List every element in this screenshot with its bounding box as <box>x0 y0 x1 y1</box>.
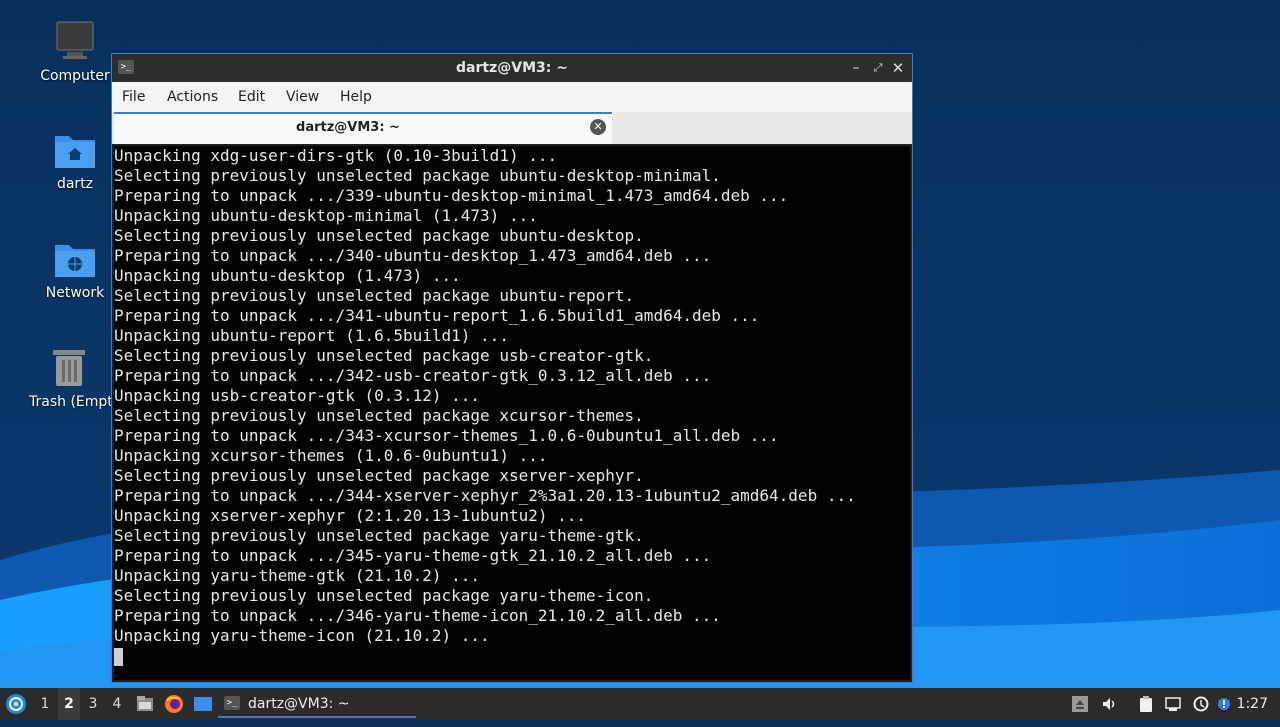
update-icon[interactable] <box>1193 696 1209 712</box>
terminal-line: Unpacking ubuntu-desktop (1.473) ... <box>114 266 461 285</box>
desktop-icon-computer[interactable]: Computer <box>27 20 123 84</box>
maximize-button[interactable]: ⤢ <box>868 58 888 78</box>
terminal-cursor <box>114 647 123 666</box>
network-folder-icon <box>53 237 97 281</box>
tab-label: dartz@VM3: ~ <box>296 120 400 135</box>
tab-bar: dartz@VM3: ~ ✕ <box>112 112 912 144</box>
terminal-line: Selecting previously unselected package … <box>114 346 654 365</box>
terminal-line: Selecting previously unselected package … <box>114 466 644 485</box>
terminal-line: Preparing to unpack .../342-usb-creator-… <box>114 366 712 385</box>
desktop-icon-network[interactable]: Network <box>27 237 123 301</box>
terminal-line: Preparing to unpack .../339-ubuntu-deskt… <box>114 186 789 205</box>
terminal-line: Selecting previously unselected package … <box>114 526 644 545</box>
terminal-line: Unpacking xcursor-themes (1.0.6-0ubuntu1… <box>114 446 548 465</box>
lubuntu-logo-icon <box>6 694 26 714</box>
clock[interactable]: 1:27 <box>1237 688 1268 720</box>
firefox-icon <box>165 695 183 713</box>
desktop-icon-label: Trash (Empty) <box>29 394 111 410</box>
terminal-line: Selecting previously unselected package … <box>114 586 654 605</box>
desktop-icon-trash[interactable]: Trash (Empty) <box>27 346 111 410</box>
terminal-line: Preparing to unpack .../346-yaru-theme-i… <box>114 606 721 625</box>
desktop-icon-label: Computer <box>40 68 110 84</box>
terminal-text: Unpacking xdg-user-dirs-gtk (0.10-3build… <box>114 146 910 646</box>
volume-icon[interactable] <box>1101 696 1117 712</box>
window-titlebar[interactable]: >_ dartz@VM3: ~ – ⤢ ✕ <box>112 54 912 82</box>
terminal-line: Unpacking xserver-xephyr (2:1.20.13-1ubu… <box>114 506 587 525</box>
terminal-line: Unpacking usb-creator-gtk (0.3.12) ... <box>114 386 481 405</box>
terminal-line: Preparing to unpack .../343-xcursor-them… <box>114 426 779 445</box>
firefox-launcher[interactable] <box>163 688 185 720</box>
terminal-line: Preparing to unpack .../340-ubuntu-deskt… <box>114 246 712 265</box>
menu-help[interactable]: Help <box>340 82 372 112</box>
eject-icon[interactable] <box>1072 696 1088 712</box>
terminal-line: Preparing to unpack .../344-xserver-xeph… <box>114 486 856 505</box>
menu-edit[interactable]: Edit <box>238 82 265 112</box>
desktop-launcher[interactable] <box>192 688 214 720</box>
workspace-2[interactable]: 2 <box>58 688 80 720</box>
terminal-line: Preparing to unpack .../345-yaru-theme-g… <box>114 546 712 565</box>
terminal-line: Unpacking ubuntu-desktop-minimal (1.473)… <box>114 206 538 225</box>
terminal-line: Unpacking yaru-theme-gtk (21.10.2) ... <box>114 566 481 585</box>
terminal-line: Selecting previously unselected package … <box>114 226 644 245</box>
workspace-4[interactable]: 4 <box>106 688 128 720</box>
tab-close-icon[interactable]: ✕ <box>590 119 606 135</box>
terminal-line: Selecting previously unselected package … <box>114 286 635 305</box>
clipboard-icon[interactable] <box>1138 696 1154 712</box>
terminal-line: Unpacking ubuntu-report (1.6.5build1) ..… <box>114 326 509 345</box>
terminal-line: Preparing to unpack .../341-ubuntu-repor… <box>114 306 760 325</box>
taskbar-task-terminal[interactable]: >_ dartz@VM3: ~ <box>218 690 416 718</box>
window-title: dartz@VM3: ~ <box>456 60 568 76</box>
menu-view[interactable]: View <box>286 82 319 112</box>
desktop-icon-label: dartz <box>56 176 94 192</box>
menu-actions[interactable]: Actions <box>167 82 218 112</box>
tab-terminal[interactable]: dartz@VM3: ~ ✕ <box>114 112 612 144</box>
terminal-line: Selecting previously unselected package … <box>114 166 721 185</box>
home-folder-icon <box>53 128 97 172</box>
terminal-icon: >_ <box>224 696 240 710</box>
terminal-window[interactable]: >_ dartz@VM3: ~ – ⤢ ✕ File Actions Edit … <box>111 53 913 683</box>
file-manager-icon <box>137 696 153 711</box>
terminal-line: Unpacking yaru-theme-icon (21.10.2) ... <box>114 626 490 645</box>
taskbar: 1 2 3 4 >_ dartz@VM3: ~ 1:27 <box>0 688 1280 720</box>
terminal-output[interactable]: Unpacking xdg-user-dirs-gtk (0.10-3build… <box>114 146 910 680</box>
terminal-line: Selecting previously unselected package … <box>114 406 644 425</box>
file-manager-launcher[interactable] <box>134 688 156 720</box>
workspace-3[interactable]: 3 <box>82 688 104 720</box>
terminal-line: Unpacking xdg-user-dirs-gtk (0.10-3build… <box>114 146 558 165</box>
notification-icon[interactable] <box>1216 696 1232 712</box>
trash-icon <box>47 346 91 390</box>
computer-icon <box>53 20 97 64</box>
menu-file[interactable]: File <box>122 82 145 112</box>
desktop-icon-home[interactable]: dartz <box>27 128 123 192</box>
show-desktop-icon <box>194 697 212 711</box>
menu-bar: File Actions Edit View Help <box>112 82 912 113</box>
workspace-1[interactable]: 1 <box>34 688 56 720</box>
desktop-icon-label: Network <box>45 285 105 301</box>
minimize-button[interactable]: – <box>846 58 866 78</box>
task-label: dartz@VM3: ~ <box>248 696 350 712</box>
network-icon[interactable] <box>1165 696 1181 712</box>
start-menu-button[interactable] <box>4 688 28 720</box>
close-button[interactable]: ✕ <box>888 58 908 78</box>
